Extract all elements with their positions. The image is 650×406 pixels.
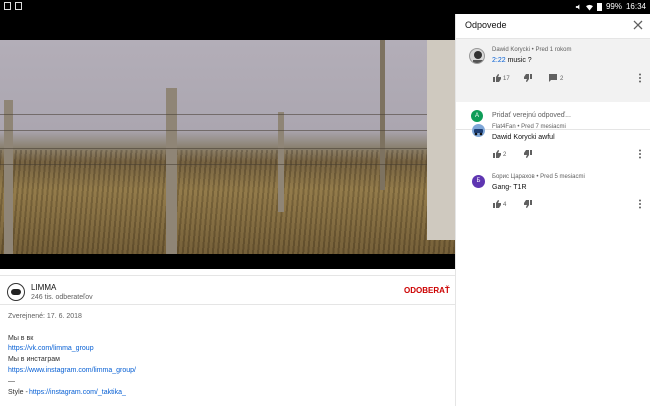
like-count: 17 [503,76,510,82]
reply-author: Flat4Fan • Pred 7 mesiacmi [492,124,566,130]
dislike-icon[interactable] [524,74,532,82]
subscriber-count: 246 tis. odberateľov [31,294,93,301]
clock: 16:34 [625,2,646,11]
dislike-icon[interactable] [524,200,532,208]
close-icon[interactable] [631,18,645,32]
video-player[interactable] [0,14,455,269]
like-icon[interactable] [493,74,501,82]
vk-link[interactable]: https://vk.com/limma_group [8,345,94,352]
reply-author: Борис Царахов • Pred 5 mesiacmi [492,174,585,180]
reply-placeholder[interactable]: Pridať verejnú odpoveď... [492,112,571,119]
instagram-link[interactable]: https://www.instagram.com/limma_group/ [8,367,136,374]
user-avatar: A [471,110,483,122]
video-sign [427,40,455,240]
mute-icon [575,3,580,10]
more-icon[interactable] [638,199,642,209]
video-grass [0,150,455,254]
battery-level: 99% [605,2,622,11]
reply-count: 2 [560,76,564,82]
comment-author: Dawid Korycki • Pred 1 rokom [492,47,572,53]
like-count: 2 [503,152,507,158]
battery-icon [596,2,602,11]
comment-text: 2:22 music ? [492,57,532,64]
like-icon[interactable] [493,200,501,208]
avatar[interactable]: Б [472,175,485,188]
original-comment: Dawid Korycki • Pred 1 rokom 2:22 music … [456,38,650,102]
like-icon[interactable] [493,150,501,158]
more-icon[interactable] [638,73,642,83]
video-frame [0,40,455,254]
style-label: Style - [8,389,28,396]
published-date: Zverejnené: 17. 6. 2018 [8,313,82,320]
avatar[interactable] [469,48,485,64]
dislike-icon[interactable] [524,150,532,158]
more-icon[interactable] [638,149,642,159]
image-icon [15,2,22,10]
replies-panel: Odpovede Dawid Korycki • Pred 1 rokom 2:… [455,14,650,406]
reply-text: Dawid Korycki awful [492,134,555,141]
panel-title: Odpovede [465,20,507,30]
reply-text: Gang- T1R [492,184,527,191]
channel-avatar[interactable] [7,283,25,301]
description-line: Мы в инстаграм [8,356,60,363]
avatar[interactable] [472,124,485,137]
screenshot-icon [4,2,11,10]
panel-header: Odpovede [456,14,650,38]
like-count: 4 [503,202,507,208]
reply-icon[interactable] [549,74,557,82]
timestamp-link[interactable]: 2:22 [492,57,506,64]
wifi-icon [585,4,593,10]
description-dash: — [8,378,15,385]
description-line: Мы в вк [8,335,34,342]
status-bar: 99% 16:34 [0,0,650,14]
channel-name[interactable]: LIMMA [31,283,56,292]
divider [0,304,455,305]
subscribe-button[interactable]: ODOBERAŤ [404,286,450,295]
taktika-link[interactable]: https://instagram.com/_taktika_ [29,389,126,396]
